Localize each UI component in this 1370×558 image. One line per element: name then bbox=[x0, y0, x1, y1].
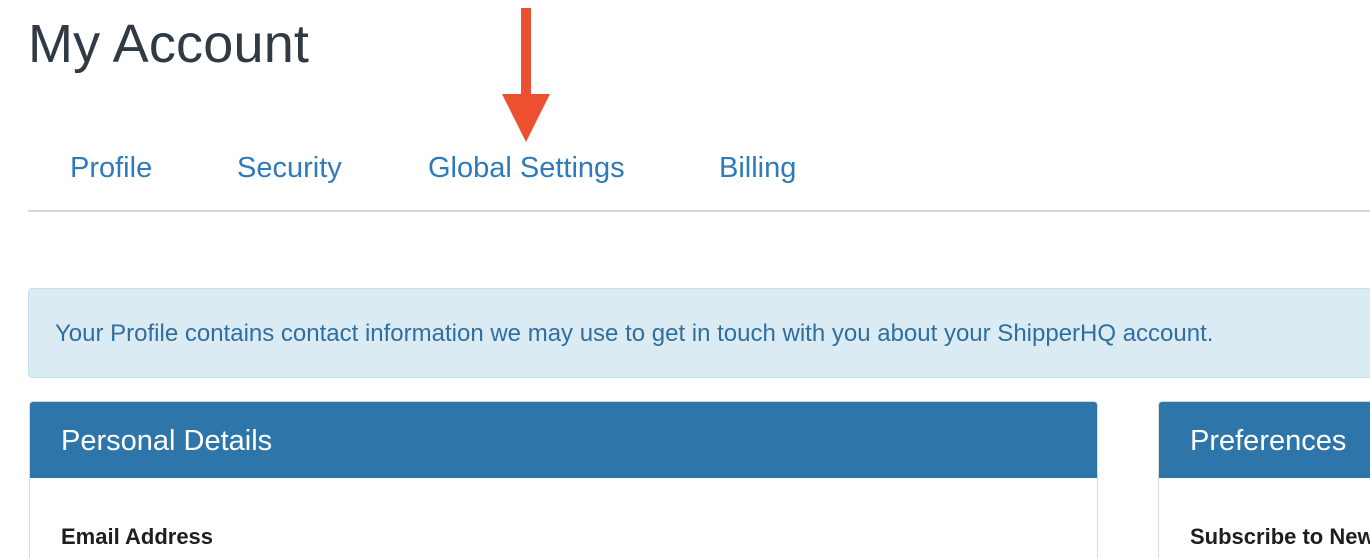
tab-security[interactable]: Security bbox=[237, 148, 342, 188]
email-address-label: Email Address bbox=[61, 524, 214, 549]
account-page: My Account Profile Security Global Setti… bbox=[0, 0, 1370, 558]
preferences-panel: Preferences Subscribe to Newsletter bbox=[1158, 401, 1370, 558]
page-title: My Account bbox=[28, 14, 310, 74]
preferences-header: Preferences bbox=[1159, 402, 1370, 478]
personal-details-header: Personal Details bbox=[30, 402, 1097, 478]
tab-billing[interactable]: Billing bbox=[719, 148, 796, 188]
profile-info-alert: Your Profile contains contact informatio… bbox=[28, 288, 1370, 378]
tab-global-settings[interactable]: Global Settings bbox=[428, 148, 625, 188]
down-arrow-icon bbox=[502, 8, 550, 142]
tab-profile[interactable]: Profile bbox=[70, 148, 152, 188]
account-tabs: Profile Security Global Settings Billing bbox=[28, 140, 1370, 212]
personal-details-panel: Personal Details Email Address bbox=[29, 401, 1098, 558]
subscribe-newsletter-label: Subscribe to Newsletter bbox=[1190, 524, 1370, 549]
